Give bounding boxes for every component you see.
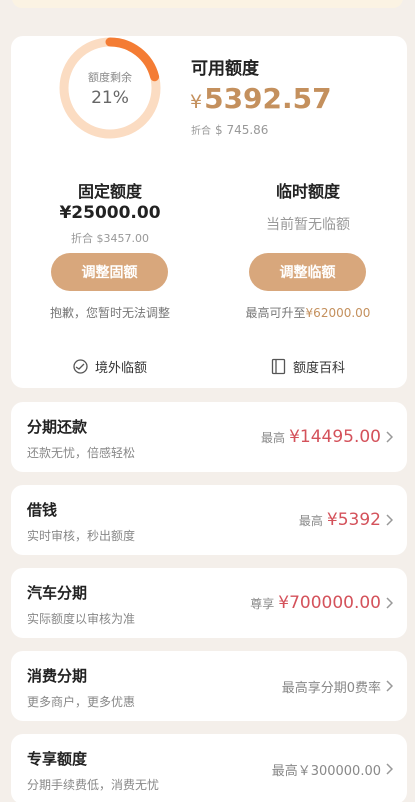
row-value-group: 尊享 ¥700000.00 — [250, 568, 381, 638]
row-subtitle: 还款无忧，倍感轻松 — [27, 446, 136, 460]
temp-note-prefix: 最高可升至 — [245, 306, 306, 320]
overseas-temp-label: 境外临额 — [95, 361, 148, 376]
refresh-globe-icon — [73, 359, 88, 374]
top-banner-edge — [12, 0, 403, 8]
row-prefix: 尊享 — [250, 596, 275, 611]
row-title: 分期还款 — [27, 418, 88, 436]
limit-encyclopedia-link[interactable]: 额度百科 — [270, 357, 345, 376]
adjust-fixed-button[interactable]: 调整固额 — [51, 253, 168, 291]
list-item-exclusive-limit[interactable]: 专享额度 分期手续费低，消费无忧 最高￥300000.00 — [11, 734, 407, 802]
fixed-limit-note: 抱歉，您暂时无法调整 — [49, 306, 170, 320]
row-title: 借钱 — [27, 501, 58, 519]
row-title: 消费分期 — [27, 667, 88, 685]
row-value: ¥700000.00 — [278, 593, 381, 613]
temp-limit-note: 最高可升至¥62000.00 — [209, 304, 407, 321]
row-value: 最高享分期0费率 — [281, 680, 381, 696]
chevron-right-icon — [385, 485, 393, 555]
chevron-right-icon — [385, 568, 393, 638]
gauge-value: 21% — [91, 88, 129, 108]
row-value: ¥5392 — [326, 510, 381, 530]
row-value-group: 最高 ¥14495.00 — [261, 402, 381, 472]
chevron-right-icon — [385, 651, 393, 721]
row-value: 最高￥300000.00 — [271, 763, 381, 779]
available-usd: 折合 $ 745.86 — [191, 122, 268, 137]
remaining-gauge: 额度剩余 21% — [58, 36, 162, 140]
row-prefix: 最高 — [261, 430, 286, 445]
usd-value: $ 745.86 — [215, 123, 269, 137]
list-item-car-installment[interactable]: 汽车分期 实际额度以审核为准 尊享 ¥700000.00 — [11, 568, 407, 638]
fixed-limit-usd: 折合 $3457.00 — [71, 232, 149, 245]
available-title: 可用额度 — [191, 59, 259, 79]
gauge-label: 额度剩余 — [88, 71, 132, 84]
available-amount: ¥5392.57 — [190, 82, 332, 115]
available-value: 5392.57 — [204, 82, 332, 115]
list-item-borrow[interactable]: 借钱 实时审核，秒出额度 最高 ¥5392 — [11, 485, 407, 555]
row-subtitle: 实时审核，秒出额度 — [27, 529, 136, 543]
chevron-right-icon — [385, 402, 393, 472]
temp-note-value: ¥62000.00 — [305, 306, 371, 320]
list-item-installment-repay[interactable]: 分期还款 还款无忧，倍感轻松 最高 ¥14495.00 — [11, 402, 407, 472]
row-subtitle: 实际额度以审核为准 — [27, 612, 136, 626]
row-subtitle: 更多商户，更多优惠 — [27, 695, 136, 709]
temp-limit-title: 临时额度 — [275, 182, 340, 201]
row-prefix: 最高 — [298, 513, 323, 528]
row-title: 专享额度 — [27, 750, 88, 768]
list-item-consumer-installment[interactable]: 消费分期 更多商户，更多优惠 最高享分期0费率 — [11, 651, 407, 721]
fixed-limit-title: 固定额度 — [77, 182, 142, 201]
row-value-group: 最高￥300000.00 — [272, 734, 381, 802]
usd-prefix: 折合 — [191, 126, 211, 137]
row-title: 汽车分期 — [27, 584, 88, 602]
row-value-group: 最高享分期0费率 — [282, 651, 381, 721]
overseas-temp-link[interactable]: 境外临额 — [72, 357, 147, 376]
adjust-temp-button[interactable]: 调整临额 — [249, 253, 366, 291]
temp-limit-status: 当前暂无临额 — [266, 217, 350, 233]
row-value-group: 最高 ¥5392 — [299, 485, 381, 555]
book-icon — [271, 358, 286, 375]
limit-encyclopedia-label: 额度百科 — [293, 361, 346, 376]
row-value: ¥14495.00 — [289, 427, 381, 447]
currency-symbol: ¥ — [190, 91, 203, 113]
row-subtitle: 分期手续费低，消费无忧 — [27, 778, 160, 792]
fixed-limit-amount: ¥25000.00 — [59, 203, 161, 223]
chevron-right-icon — [385, 734, 393, 802]
